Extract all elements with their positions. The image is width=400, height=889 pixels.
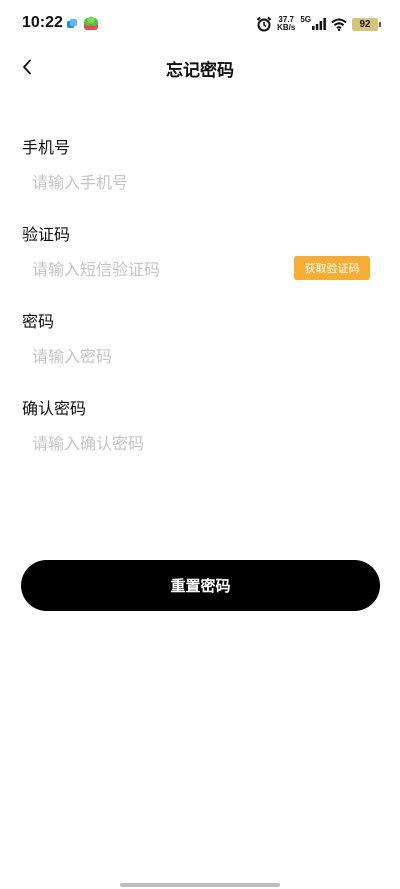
battery-level: 92 bbox=[359, 18, 371, 30]
wifi-icon bbox=[331, 18, 347, 31]
sms-code-label: 验证码 bbox=[22, 225, 71, 244]
alarm-icon bbox=[256, 16, 272, 32]
game-notification-icon bbox=[84, 16, 98, 30]
password-label: 密码 bbox=[22, 312, 55, 331]
app-notification-icon bbox=[67, 19, 77, 28]
home-indicator[interactable] bbox=[120, 883, 280, 887]
status-bar: 10:22 37.7 KB/s 5G 92 bbox=[0, 0, 400, 48]
get-code-button[interactable]: 获取验证码 bbox=[294, 256, 370, 280]
battery-icon: 92 bbox=[352, 17, 381, 31]
phone-input[interactable] bbox=[32, 170, 282, 194]
confirm-password-label: 确认密码 bbox=[22, 399, 87, 418]
status-time: 10:22 bbox=[22, 14, 63, 31]
phone-label: 手机号 bbox=[22, 138, 71, 157]
reset-password-button[interactable]: 重置密码 bbox=[21, 560, 380, 611]
sms-code-input[interactable] bbox=[32, 257, 282, 281]
status-right-group: 37.7 KB/s 5G 92 bbox=[256, 14, 381, 34]
page-title: 忘记密码 bbox=[166, 61, 234, 81]
password-input[interactable] bbox=[32, 344, 282, 368]
network-type: 5G bbox=[300, 14, 311, 24]
confirm-password-input[interactable] bbox=[32, 431, 282, 455]
header-bar: 忘记密码 bbox=[0, 48, 400, 88]
network-speed: 37.7 KB/s bbox=[277, 16, 295, 32]
signal-icon bbox=[312, 18, 326, 30]
speed-unit: KB/s bbox=[277, 23, 296, 32]
